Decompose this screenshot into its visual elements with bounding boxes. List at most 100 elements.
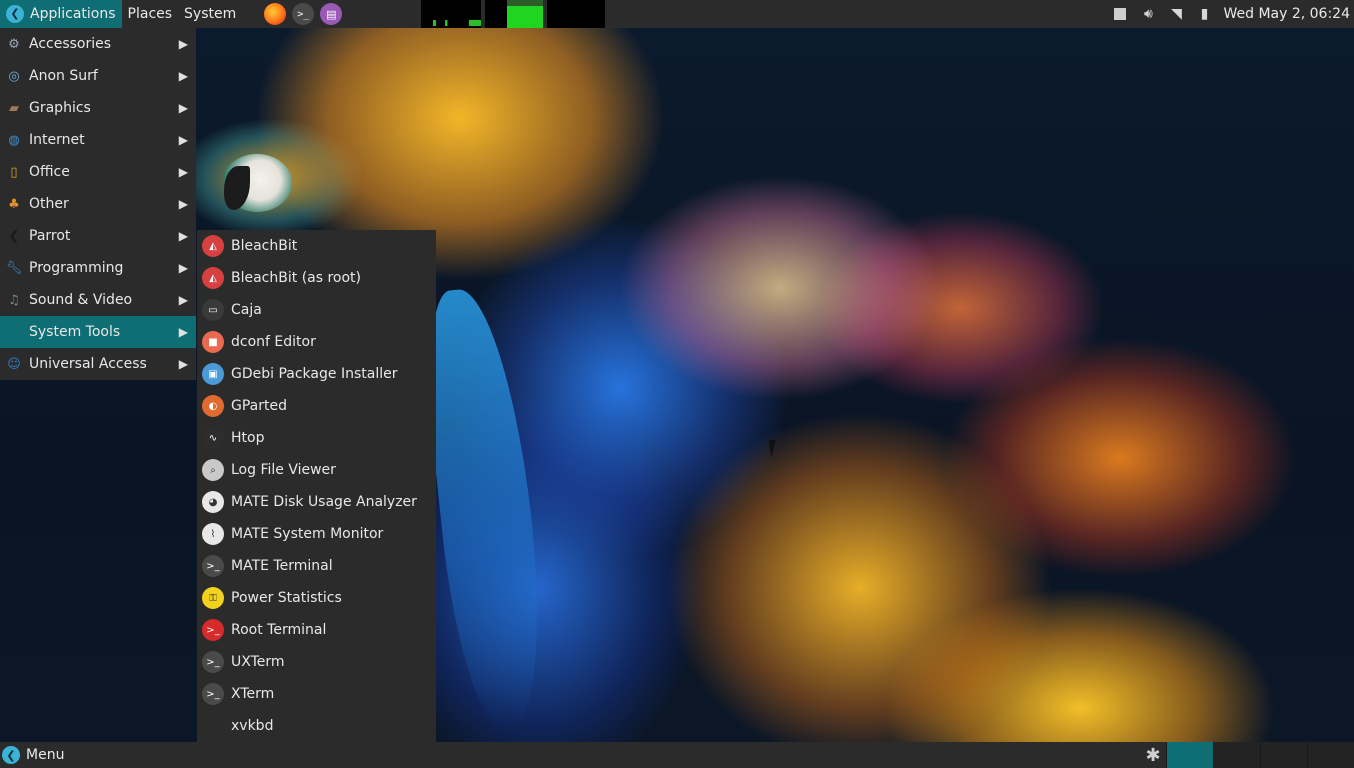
submenu-item-power-statistics[interactable]: ⚿ Power Statistics xyxy=(197,582,436,614)
menu-category-programming[interactable]: 🔧︎ Programming ▶ xyxy=(0,252,196,284)
chevron-right-icon: ▶ xyxy=(178,261,188,275)
system-tools-submenu: ◭ BleachBit ◭ BleachBit (as root) ▭ Caja ■ dcon… xyxy=(197,230,436,742)
accessibility-icon: ☺ xyxy=(7,356,21,372)
memory-monitor[interactable] xyxy=(485,0,543,28)
applications-menu[interactable]: ❮ Applications xyxy=(0,0,122,28)
submenu-item-label: Caja xyxy=(231,302,262,318)
submenu-item-caja[interactable]: ▭ Caja xyxy=(197,294,436,326)
cpu-monitor[interactable] xyxy=(421,0,481,28)
submenu-item-label: MATE Disk Usage Analyzer xyxy=(231,494,417,510)
workspace-3[interactable] xyxy=(1260,742,1307,768)
network-monitor[interactable] xyxy=(547,0,605,28)
wrench-icon: 🔧︎ xyxy=(5,260,23,276)
terminal-icon[interactable]: >_ xyxy=(292,3,315,25)
submenu-item-label: Log File Viewer xyxy=(231,462,336,478)
caja-icon: ▭ xyxy=(202,299,224,321)
blank-icon xyxy=(202,715,224,737)
system-tray: 🔊︎ ◥ ▮ Wed May 2, 06:24 xyxy=(1111,0,1354,28)
submenu-item-label: BleachBit (as root) xyxy=(231,270,362,286)
submenu-item-label: Power Statistics xyxy=(231,590,342,606)
submenu-item-xterm[interactable]: >_ XTerm xyxy=(197,678,436,710)
submenu-item-bleachbit[interactable]: ◭ BleachBit xyxy=(197,230,436,262)
menu-category-label: Accessories xyxy=(29,36,112,52)
applications-category-menu: ⚙ Accessories ▶ ◎ Anon Surf ▶ ▰ Graphics ▶ ◍ Inter… xyxy=(0,28,196,380)
submenu-item-root-terminal[interactable]: >_ Root Terminal xyxy=(197,614,436,646)
log-viewer-icon: ⌕ xyxy=(202,459,224,481)
chevron-right-icon: ▶ xyxy=(178,165,188,179)
stop-icon[interactable] xyxy=(1111,5,1129,23)
menu-category-label: Graphics xyxy=(29,100,91,116)
chevron-right-icon: ▶ xyxy=(178,325,188,339)
network-wireless-icon[interactable]: ◥ xyxy=(1167,5,1185,23)
mouse-cursor xyxy=(768,440,786,458)
menu-category-label: Office xyxy=(29,164,70,180)
menu-category-label: Anon Surf xyxy=(29,68,98,84)
submenu-item-mate-disk-usage-analyzer[interactable]: ◕ MATE Disk Usage Analyzer xyxy=(197,486,436,518)
menu-category-universal-access[interactable]: ☺ Universal Access ▶ xyxy=(0,348,196,380)
volume-icon[interactable]: 🔊︎ xyxy=(1139,5,1157,23)
submenu-item-bleachbit-as-root[interactable]: ◭ BleachBit (as root) xyxy=(197,262,436,294)
menu-category-anon-surf[interactable]: ◎ Anon Surf ▶ xyxy=(0,60,196,92)
submenu-item-label: GParted xyxy=(231,398,287,414)
dconf-icon: ■ xyxy=(202,331,224,353)
menu-category-accessories[interactable]: ⚙ Accessories ▶ xyxy=(0,28,196,60)
menu-category-graphics[interactable]: ▰ Graphics ▶ xyxy=(0,92,196,124)
parrot-logo-icon: ❮ xyxy=(2,746,20,764)
panel-launchers: >_ ▤ xyxy=(264,3,343,25)
menu-button[interactable]: ❮ Menu xyxy=(0,742,64,768)
chevron-right-icon: ▶ xyxy=(178,101,188,115)
system-monitor-icon: ⌇ xyxy=(202,523,224,545)
graphics-icon: ▰ xyxy=(9,100,19,116)
text-editor-icon[interactable]: ▤ xyxy=(320,3,343,25)
menu-button-label: Menu xyxy=(26,747,65,763)
system-monitors xyxy=(421,0,605,28)
system-menu[interactable]: System xyxy=(178,0,242,28)
menu-category-parrot[interactable]: ❮ Parrot ▶ xyxy=(0,220,196,252)
menu-category-other[interactable]: ♣ Other ▶ xyxy=(0,188,196,220)
submenu-item-label: MATE System Monitor xyxy=(231,526,384,542)
firefox-icon[interactable] xyxy=(264,3,287,25)
submenu-item-label: Root Terminal xyxy=(231,622,327,638)
workspace-4[interactable] xyxy=(1307,742,1354,768)
disk-usage-icon: ◕ xyxy=(202,491,224,513)
htop-icon: ∿ xyxy=(202,427,224,449)
workspace-2[interactable] xyxy=(1213,742,1260,768)
chevron-right-icon: ▶ xyxy=(178,197,188,211)
places-menu[interactable]: Places xyxy=(122,0,179,28)
submenu-item-label: GDebi Package Installer xyxy=(231,366,398,382)
places-menu-label: Places xyxy=(127,6,173,22)
menu-category-internet[interactable]: ◍ Internet ▶ xyxy=(0,124,196,156)
chevron-right-icon: ▶ xyxy=(178,37,188,51)
system-tools-icon: ⚙ xyxy=(8,324,20,340)
top-panel: ❮ Applications Places System >_ ▤ 🔊︎ ◥ ▮… xyxy=(0,0,1354,28)
chevron-right-icon: ▶ xyxy=(178,293,188,307)
chevron-right-icon: ▶ xyxy=(178,357,188,371)
submenu-item-mate-terminal[interactable]: >_ MATE Terminal xyxy=(197,550,436,582)
applications-menu-label: Applications xyxy=(30,6,116,22)
submenu-item-gparted[interactable]: ◐ GParted xyxy=(197,390,436,422)
submenu-item-label: xvkbd xyxy=(231,718,274,734)
submenu-item-uxterm[interactable]: >_ UXTerm xyxy=(197,646,436,678)
submenu-item-dconf-editor[interactable]: ■ dconf Editor xyxy=(197,326,436,358)
xterm-icon: >_ xyxy=(202,683,224,705)
submenu-item-log-file-viewer[interactable]: ⌕ Log File Viewer xyxy=(197,454,436,486)
clock[interactable]: Wed May 2, 06:24 xyxy=(1223,6,1350,22)
battery-icon[interactable]: ▮ xyxy=(1195,5,1213,23)
submenu-item-xvkbd[interactable]: xvkbd xyxy=(197,710,436,742)
menu-category-system-tools[interactable]: ⚙ System Tools ▶ xyxy=(0,316,196,348)
anonsurf-icon: ◎ xyxy=(8,68,20,84)
menu-category-sound-video[interactable]: ♫ Sound & Video ▶ xyxy=(0,284,196,316)
submenu-item-mate-system-monitor[interactable]: ⌇ MATE System Monitor xyxy=(197,518,436,550)
show-desktop-icon[interactable]: ✱ xyxy=(1140,745,1166,766)
submenu-item-gdebi-package-installer[interactable]: ▣ GDebi Package Installer xyxy=(197,358,436,390)
submenu-item-label: Htop xyxy=(231,430,265,446)
menu-category-office[interactable]: ▯ Office ▶ xyxy=(0,156,196,188)
submenu-item-htop[interactable]: ∿ Htop xyxy=(197,422,436,454)
menu-category-label: Sound & Video xyxy=(29,292,133,308)
submenu-item-label: dconf Editor xyxy=(231,334,316,350)
submenu-item-label: MATE Terminal xyxy=(231,558,333,574)
office-icon: ▯ xyxy=(10,164,18,180)
parrot-icon: ❮ xyxy=(8,228,20,244)
chevron-right-icon: ▶ xyxy=(178,133,188,147)
workspace-1[interactable] xyxy=(1166,742,1213,768)
